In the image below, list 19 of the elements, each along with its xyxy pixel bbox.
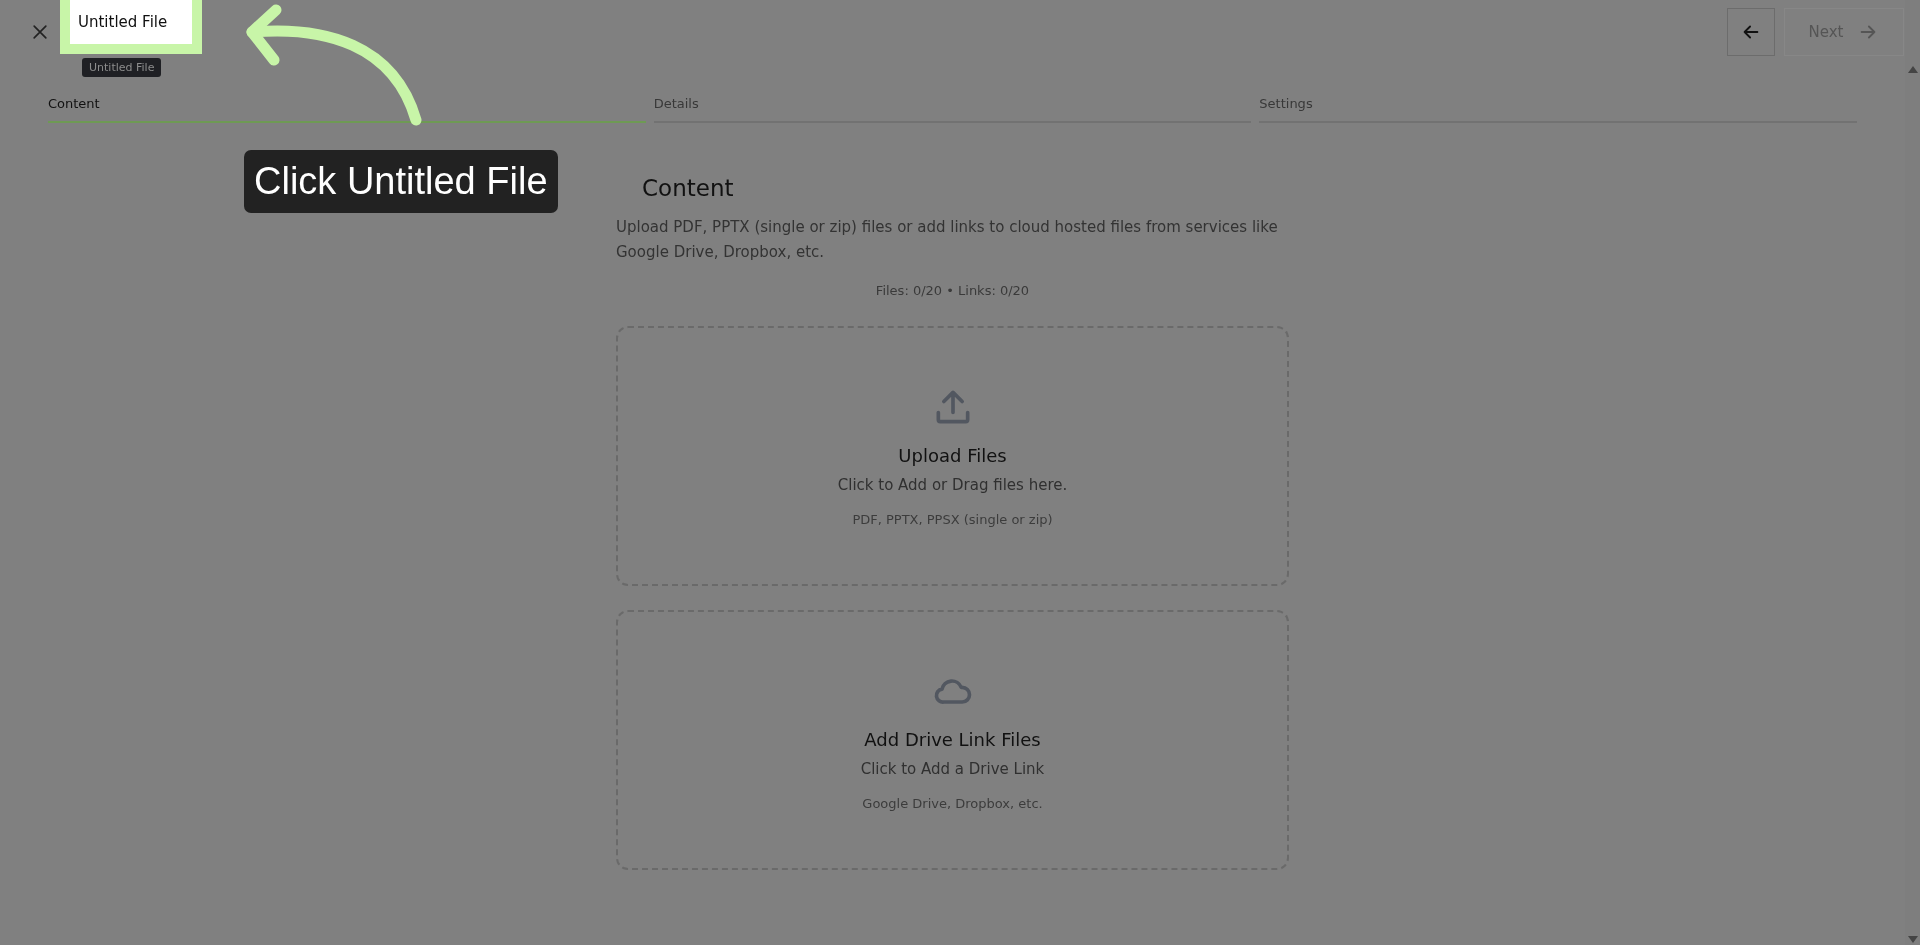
guide-caption: Click Untitled File — [244, 150, 558, 213]
close-icon — [30, 22, 50, 42]
drive-link-dropzone[interactable]: Add Drive Link Files Click to Add a Drive Link Google Drive, Dropbox, etc. — [616, 610, 1289, 870]
upload-dropzone[interactable]: Upload Files Click to Add or Drag files here. PDF, PPTX, PPSX (single or zip) — [616, 326, 1289, 586]
back-button[interactable] — [1727, 8, 1775, 56]
dropzone-title: Upload Files — [898, 445, 1007, 466]
dropzone-title: Add Drive Link Files — [864, 729, 1041, 750]
section-description: Upload PDF, PPTX (single or zip) files or add links to cloud hosted files from services like Google Drive, Dropbox, etc. — [616, 217, 1279, 263]
section-title: Content — [641, 175, 735, 201]
dropzone-action: Click to Add or Drag files here. — [837, 476, 1068, 494]
dropzone-hint: Google Drive, Dropbox, etc. — [862, 796, 1043, 811]
tooltip: Untitled File — [82, 58, 162, 77]
step-tab[interactable]: Details — [653, 96, 1252, 123]
step-tab[interactable]: Settings — [1259, 96, 1857, 123]
step-tab[interactable]: Content — [48, 96, 646, 123]
title-field[interactable]: Untitled File — [60, 0, 202, 54]
dropzone-hint: PDF, PPTX, PPSX (single or zip) — [852, 512, 1053, 527]
file-counter: Files: 0/20 • Links: 0/20 — [874, 283, 1031, 298]
dropzone-action: Click to Add a Drive Link — [860, 760, 1045, 778]
